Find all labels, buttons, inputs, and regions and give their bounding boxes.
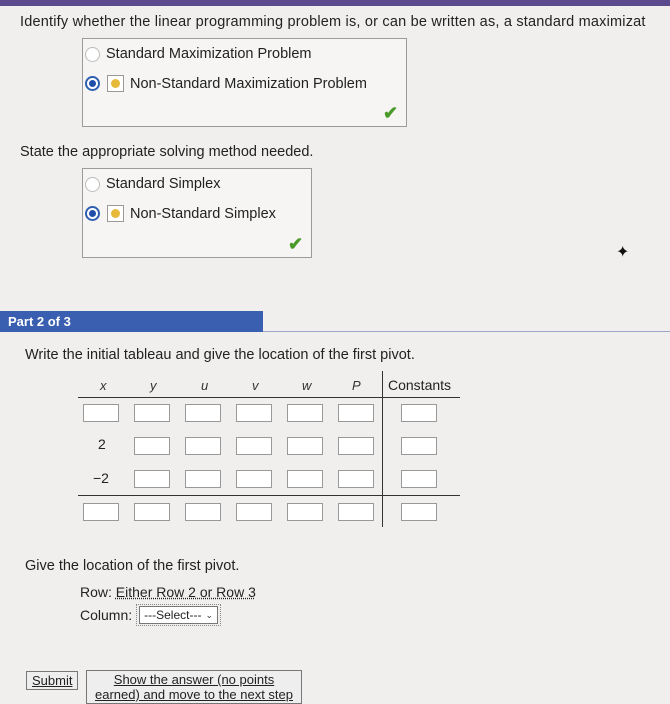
tableau-divider-top-constants bbox=[382, 397, 460, 398]
select-value: ---Select--- bbox=[144, 608, 202, 622]
tableau-value: 2 bbox=[98, 436, 106, 452]
option-non-standard-maximization[interactable]: Non-Standard Maximization Problem bbox=[85, 75, 367, 92]
column-header-v: v bbox=[252, 378, 259, 393]
question-2-prompt: State the appropriate solving method nee… bbox=[20, 144, 314, 160]
pivot-row-answer: Row: Either Row 2 or Row 3 bbox=[80, 584, 256, 600]
radio-icon[interactable] bbox=[85, 176, 100, 192]
option-label: Non-Standard Maximization Problem bbox=[130, 75, 367, 92]
tableau-divider-vertical bbox=[382, 371, 383, 527]
radio-icon[interactable] bbox=[85, 46, 100, 62]
question-1-prompt: Identify whether the linear programming … bbox=[20, 14, 646, 30]
tableau-cell[interactable] bbox=[236, 503, 272, 521]
show-answer-line-1: Show the answer (no points bbox=[113, 672, 275, 687]
pivot-row-value: Either Row 2 or Row 3 bbox=[115, 584, 256, 600]
tableau-cell[interactable] bbox=[134, 404, 170, 422]
column-header-constants: Constants bbox=[388, 377, 452, 393]
mouse-cursor-icon: ✦ bbox=[616, 244, 630, 261]
option-label: Non-Standard Simplex bbox=[130, 205, 276, 222]
option-label: Standard Simplex bbox=[106, 176, 221, 192]
tableau-cell[interactable] bbox=[236, 404, 272, 422]
tableau-cell[interactable] bbox=[287, 470, 323, 488]
tableau-cell[interactable] bbox=[236, 470, 272, 488]
tableau-cell[interactable] bbox=[236, 437, 272, 455]
pivot-column-label: Column: bbox=[80, 607, 133, 623]
tableau-cell[interactable] bbox=[185, 437, 221, 455]
pivot-column-select[interactable]: ---Select--- ⌄ bbox=[139, 606, 219, 624]
tableau-cell[interactable] bbox=[134, 437, 170, 455]
tableau-cell[interactable] bbox=[185, 404, 221, 422]
tableau-cell[interactable] bbox=[338, 404, 374, 422]
column-header-u: u bbox=[201, 378, 209, 393]
correct-check-icon: ✔ bbox=[288, 234, 304, 254]
correct-check-icon: ✔ bbox=[383, 103, 399, 123]
tableau-cell-constant[interactable] bbox=[401, 437, 437, 455]
tableau-cell-constant[interactable] bbox=[401, 503, 437, 521]
tableau-cell[interactable] bbox=[338, 470, 374, 488]
column-header-y: y bbox=[150, 378, 157, 393]
pivot-column-select-wrapper: ---Select--- ⌄ bbox=[136, 604, 222, 626]
pivot-column-field: Column: ---Select--- ⌄ bbox=[80, 604, 222, 626]
tableau-value: −2 bbox=[93, 470, 109, 486]
radio-selected-icon[interactable] bbox=[85, 206, 100, 221]
option-non-standard-simplex[interactable]: Non-Standard Simplex bbox=[85, 205, 276, 222]
column-header-p: P bbox=[352, 378, 361, 393]
tableau-cell[interactable] bbox=[287, 437, 323, 455]
top-banner bbox=[0, 0, 670, 6]
tableau-divider-bottom-constants bbox=[382, 495, 460, 496]
question-3-prompt: Write the initial tableau and give the l… bbox=[25, 347, 415, 363]
option-standard-simplex[interactable]: Standard Simplex bbox=[85, 176, 220, 192]
column-header-x: x bbox=[100, 378, 107, 393]
tableau-cell[interactable] bbox=[134, 470, 170, 488]
option-standard-maximization[interactable]: Standard Maximization Problem bbox=[85, 46, 312, 62]
tableau-cell-constant[interactable] bbox=[401, 470, 437, 488]
tableau-cell[interactable] bbox=[134, 503, 170, 521]
show-answer-button[interactable]: Show the answer (no points earned) and m… bbox=[86, 670, 302, 704]
tableau-cell[interactable] bbox=[287, 503, 323, 521]
question-4-prompt: Give the location of the first pivot. bbox=[25, 558, 240, 574]
hint-key-icon bbox=[107, 205, 124, 222]
tableau-cell[interactable] bbox=[185, 470, 221, 488]
radio-selected-icon[interactable] bbox=[85, 76, 100, 91]
pivot-row-label: Row: bbox=[80, 584, 112, 600]
tableau-cell[interactable] bbox=[83, 503, 119, 521]
tableau-cell[interactable] bbox=[287, 404, 323, 422]
part-divider bbox=[263, 331, 670, 332]
tableau-cell-constant[interactable] bbox=[401, 404, 437, 422]
option-label: Standard Maximization Problem bbox=[106, 46, 312, 62]
tableau-cell[interactable] bbox=[185, 503, 221, 521]
tableau-cell[interactable] bbox=[338, 437, 374, 455]
chevron-down-icon: ⌄ bbox=[205, 609, 214, 620]
column-header-w: w bbox=[302, 378, 312, 393]
tableau-cell[interactable] bbox=[83, 404, 119, 422]
hint-key-icon bbox=[107, 75, 124, 92]
submit-button[interactable]: Submit bbox=[26, 671, 79, 690]
part-header: Part 2 of 3 bbox=[0, 311, 263, 332]
tableau-cell[interactable] bbox=[338, 503, 374, 521]
